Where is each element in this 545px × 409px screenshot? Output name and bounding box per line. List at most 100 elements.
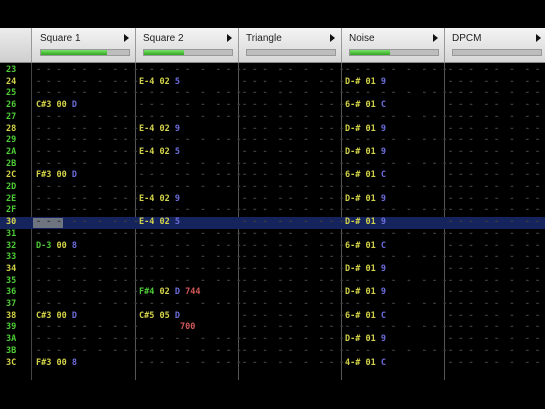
pattern-cell[interactable]: - - - - - - - - - — [242, 205, 344, 217]
pattern-cell[interactable]: - - - - - - - - - — [139, 346, 241, 358]
channel-header-triangle[interactable]: Triangle — [238, 28, 342, 62]
pattern-cell[interactable]: F#3 00 8 — [36, 358, 77, 370]
pattern-cell[interactable]: - - - - - - - - - — [345, 322, 447, 334]
pattern-cell[interactable]: - - - - - - - - - — [36, 112, 138, 124]
channel-header-square-1[interactable]: Square 1 — [32, 28, 136, 62]
pattern-cell[interactable]: C#3 00 D — [36, 311, 77, 323]
pattern-cell[interactable]: - - - - - - - - - — [139, 358, 241, 370]
pattern-cell[interactable]: - - - - - - - - - — [448, 241, 545, 253]
pattern-cell[interactable]: - - - - - - - - - — [242, 182, 344, 194]
pattern-cell[interactable]: - - - - - - - - - — [139, 88, 241, 100]
expand-arrow-icon[interactable] — [227, 34, 232, 42]
pattern-cell[interactable]: - - - - - - - - - — [345, 112, 447, 124]
pattern-cell[interactable]: - - - - - - - - - — [139, 334, 241, 346]
pattern-cell[interactable]: - - - - - - - - - — [36, 182, 138, 194]
pattern-cell[interactable]: - - - - - - - - - — [36, 205, 138, 217]
pattern-cell[interactable]: - - - - - - - - - — [36, 229, 138, 241]
pattern-cell[interactable]: - - - - - - - - - — [448, 311, 545, 323]
pattern-cell[interactable]: - - - - - - - - - — [36, 322, 138, 334]
pattern-cell[interactable]: - - - - - - - - - — [36, 194, 138, 206]
pattern-cell[interactable]: - - - - - - - - - — [448, 276, 545, 288]
pattern-cell[interactable]: - - - - - - - - - — [242, 124, 344, 136]
expand-arrow-icon[interactable] — [433, 34, 438, 42]
pattern-grid[interactable]: 23- - - - - - - - -- - - - - - - - -- - … — [0, 63, 545, 380]
pattern-cell[interactable]: D-# 01 9 — [345, 264, 386, 276]
pattern-cell[interactable]: - - - - - - - - - — [345, 229, 447, 241]
pattern-cell[interactable]: - - - - - - - - - — [242, 194, 344, 206]
pattern-cell[interactable]: - - - - - - - - - — [139, 182, 241, 194]
pattern-cell[interactable]: - - - - - - - - - — [242, 217, 344, 229]
pattern-cell[interactable]: - - - - - - - - - — [139, 229, 241, 241]
pattern-cell[interactable]: - - - - - - - - - — [448, 229, 545, 241]
expand-arrow-icon[interactable] — [536, 34, 541, 42]
pattern-cell[interactable]: - - - - - - - - - — [242, 88, 344, 100]
pattern-cell[interactable]: - - - - - - - - - — [448, 112, 545, 124]
pattern-cell[interactable]: - - - - - - - - - — [242, 241, 344, 253]
pattern-cell[interactable]: - - - - - - - - - — [242, 287, 344, 299]
pattern-cell[interactable]: - - - - - - - - - — [139, 205, 241, 217]
pattern-cell[interactable]: - - - - - - - - - — [345, 346, 447, 358]
pattern-cell[interactable]: D-# 01 9 — [345, 124, 386, 136]
pattern-cell[interactable]: 6-# 01 C — [345, 100, 386, 112]
pattern-cell[interactable]: - - - - - - - - - — [242, 322, 344, 334]
pattern-cell[interactable]: E-4 02 5 — [139, 147, 180, 159]
pattern-cell[interactable]: - - - - - - - - - — [36, 159, 138, 171]
pattern-cell[interactable]: - - - - - - - - - — [345, 205, 447, 217]
pattern-cell[interactable]: - - - - - - - - - — [36, 135, 138, 147]
pattern-cell[interactable]: D-# 01 9 — [345, 334, 386, 346]
pattern-cell[interactable]: - - - - - - - - - — [36, 287, 138, 299]
pattern-cell[interactable]: - - - - - - - - - — [448, 77, 545, 89]
pattern-cell[interactable]: - - - - - - - - - — [139, 159, 241, 171]
pattern-cell[interactable]: C#3 00 D — [36, 100, 77, 112]
pattern-cell[interactable]: D-# 01 9 — [345, 77, 386, 89]
pattern-cell[interactable]: D-3 00 8 — [36, 241, 77, 253]
pattern-cell[interactable]: - - - - - - - - - — [36, 65, 138, 77]
pattern-cell[interactable]: - - - - - - - - - — [448, 205, 545, 217]
pattern-cell[interactable]: - - - - - - - - - — [139, 241, 241, 253]
pattern-cell[interactable]: D-# 01 9 — [345, 287, 386, 299]
pattern-cell[interactable]: - - - - - - - - - — [139, 264, 241, 276]
pattern-cell[interactable]: - - - - - - - - - — [448, 346, 545, 358]
pattern-cell[interactable]: F#4 02 D 744 — [139, 287, 200, 299]
pattern-cell[interactable]: - - - - - - - - - — [345, 252, 447, 264]
pattern-cell[interactable]: 4-# 01 C — [345, 358, 386, 370]
pattern-cell[interactable]: - - - - - - - - - — [448, 264, 545, 276]
pattern-cell[interactable]: - - - - - - - - - — [242, 135, 344, 147]
pattern-cell[interactable]: - - - - - - - - - — [139, 112, 241, 124]
pattern-cell[interactable]: - - - - - - - - - — [139, 299, 241, 311]
pattern-cell[interactable]: E-4 02 5 — [139, 217, 180, 229]
pattern-cell[interactable]: - - - - - - - - - — [448, 252, 545, 264]
pattern-cell[interactable]: 6-# 01 C — [345, 170, 386, 182]
pattern-cell[interactable]: - - - - - - - - - — [139, 135, 241, 147]
pattern-cell[interactable]: - - - - - - - - - — [345, 135, 447, 147]
pattern-cell[interactable]: - - - - - - - - - — [345, 88, 447, 100]
pattern-cell[interactable]: F#3 00 D — [36, 170, 77, 182]
pattern-cell[interactable]: D-# 01 9 — [345, 147, 386, 159]
pattern-cell[interactable]: - - - - - - - - - — [448, 170, 545, 182]
channel-header-dpcm[interactable]: DPCM — [444, 28, 545, 62]
pattern-cell[interactable]: - - - - - - - - - — [242, 358, 344, 370]
pattern-cell[interactable]: 700 — [139, 322, 195, 334]
pattern-cell[interactable]: - - - - - - - - - — [448, 217, 545, 229]
pattern-cell[interactable]: - - - - - - - - - — [242, 147, 344, 159]
pattern-cell[interactable]: - - - - - - - - - — [448, 358, 545, 370]
pattern-cell[interactable]: E-4 02 5 — [139, 77, 180, 89]
pattern-cell[interactable]: - - - - - - - - - — [139, 276, 241, 288]
pattern-cell[interactable]: - - - - - - - - - — [242, 112, 344, 124]
pattern-cell[interactable]: - - - - - - - - - — [242, 65, 344, 77]
pattern-cell[interactable]: - - - - - - - - - — [448, 100, 545, 112]
pattern-cell[interactable]: - - - - - - - - - — [36, 252, 138, 264]
pattern-cell[interactable]: C#5 05 D — [139, 311, 180, 323]
pattern-cell[interactable]: - - - - - - - - - — [242, 346, 344, 358]
pattern-cell[interactable]: - - - - - - - - - — [448, 194, 545, 206]
pattern-cell[interactable]: - - - - - - - - - — [36, 147, 138, 159]
pattern-cell[interactable]: D-# 01 9 — [345, 194, 386, 206]
pattern-cell[interactable]: - - - - - - - - - — [36, 217, 138, 229]
pattern-cell[interactable]: - - - - - - - - - — [242, 159, 344, 171]
pattern-cell[interactable]: - - - - - - - - - — [448, 287, 545, 299]
pattern-cell[interactable]: E-4 02 9 — [139, 124, 180, 136]
pattern-cell[interactable]: 6-# 01 C — [345, 311, 386, 323]
expand-arrow-icon[interactable] — [330, 34, 335, 42]
pattern-cell[interactable]: 6-# 01 C — [345, 241, 386, 253]
pattern-cell[interactable]: - - - - - - - - - — [36, 77, 138, 89]
